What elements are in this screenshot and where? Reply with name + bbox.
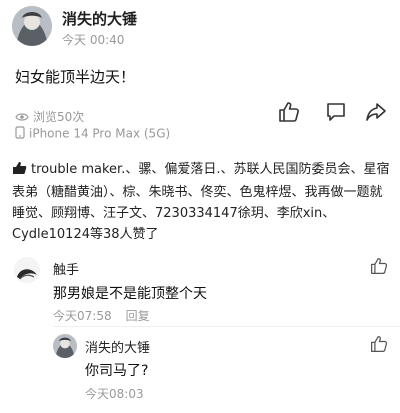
reply-like-icon[interactable] <box>370 335 388 357</box>
comment-like-icon[interactable] <box>370 257 388 279</box>
thumb-up-icon <box>12 161 27 182</box>
views-count: 浏览50次 <box>33 110 85 124</box>
comment-icon[interactable] <box>325 101 347 127</box>
author-avatar[interactable] <box>12 6 52 46</box>
device-row: iPhone 14 Pro Max (5G) <box>15 126 170 142</box>
eye-icon <box>15 111 29 125</box>
likes-text[interactable]: trouble maker.、骡、偏爱落日.、苏联人民国防委员会、星宿表弟（糖醋… <box>12 162 389 242</box>
comment-author[interactable]: 触手 <box>53 259 79 278</box>
comment-time: 今天07:58 <box>53 309 112 323</box>
phone-icon <box>15 126 25 142</box>
post-time: 今天 00:40 <box>62 33 125 47</box>
reply-avatar[interactable] <box>53 334 77 358</box>
reply-author[interactable]: 消失的大锤 <box>85 337 150 356</box>
commenter-avatar[interactable] <box>14 257 40 283</box>
thumb-up-icon[interactable] <box>278 101 300 127</box>
share-icon[interactable] <box>365 101 387 127</box>
comment-text: 那男娘是不是能顶整个天 <box>53 286 207 302</box>
post-content: 妇女能顶半边天！ <box>15 68 136 86</box>
likes-list: trouble maker.、骡、偏爱落日.、苏联人民国防委员会、星宿表弟（糖醋… <box>12 159 390 245</box>
views-row: 浏览50次 <box>15 108 84 125</box>
reply-text: 你司马了? <box>85 363 149 379</box>
post-author-name[interactable]: 消失的大锤 <box>62 8 137 29</box>
reply-time: 今天08:03 <box>85 387 144 401</box>
reply-button[interactable]: 回复 <box>126 309 150 323</box>
comment-meta: 今天07:58 回复 <box>53 307 150 324</box>
device-name: iPhone 14 Pro Max (5G) <box>29 126 171 141</box>
comment-divider <box>53 326 400 327</box>
